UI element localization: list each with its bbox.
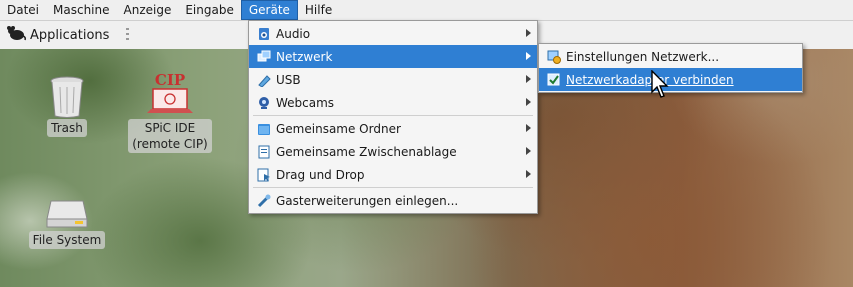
menu-item-webcams[interactable]: Webcams — [249, 91, 537, 114]
menu-item-gasterweiterungen[interactable]: Gasterweiterungen einlegen... — [249, 189, 537, 212]
network-settings-icon — [547, 50, 561, 64]
menu-separator — [253, 187, 533, 188]
folder-icon — [257, 122, 271, 136]
menu-item-netzwerkadapter-verbinden[interactable]: Netzwerkadapter verbinden — [539, 68, 802, 91]
audio-label: Audio — [276, 26, 311, 41]
xfce-mouse-icon — [6, 25, 26, 45]
webcam-icon — [257, 96, 271, 110]
menu-item-gemeinsame-zwischenablage[interactable]: Gemeinsame Zwischenablage — [249, 140, 537, 163]
guest-additions-icon — [257, 194, 271, 208]
menu-geraete[interactable]: Geräte — [240, 0, 298, 20]
menu-anzeige[interactable]: Anzeige — [117, 0, 179, 20]
applications-button[interactable]: Applications — [6, 25, 109, 45]
gemeinsame-ordner-label: Gemeinsame Ordner — [276, 121, 401, 136]
spic-ide-label-line1: SPiC IDE — [144, 121, 196, 135]
einstellungen-netzwerk-label: Einstellungen Netzwerk... — [566, 49, 720, 64]
network-icon — [257, 50, 271, 64]
menu-separator — [253, 115, 533, 116]
clipboard-icon — [257, 145, 271, 159]
chevron-right-icon — [526, 147, 531, 155]
webcams-label: Webcams — [276, 95, 335, 110]
mouse-cursor-icon — [651, 69, 669, 100]
network-connect-icon — [547, 73, 561, 87]
menu-hilfe[interactable]: Hilfe — [298, 0, 339, 20]
chevron-right-icon — [526, 75, 531, 83]
spic-ide-label-line2: (remote CIP) — [132, 137, 208, 151]
trash-icon — [47, 75, 87, 119]
menu-eingabe[interactable]: Eingabe — [178, 0, 241, 20]
audio-icon — [257, 27, 271, 41]
gasterweiterungen-label: Gasterweiterungen einlegen... — [276, 193, 459, 208]
file-system-label: File System — [28, 231, 106, 249]
drive-icon — [45, 195, 89, 231]
chevron-right-icon — [526, 52, 531, 60]
drag-und-drop-label: Drag und Drop — [276, 167, 365, 182]
usb-icon — [257, 73, 271, 87]
menu-item-netzwerk[interactable]: Netzwerk — [249, 45, 537, 68]
usb-label: USB — [276, 72, 301, 87]
menu-item-usb[interactable]: USB — [249, 68, 537, 91]
menu-item-gemeinsame-ordner[interactable]: Gemeinsame Ordner — [249, 117, 537, 140]
menubar: Datei Maschine Anzeige Eingabe Geräte Hi… — [0, 0, 853, 21]
applications-label: Applications — [30, 27, 110, 43]
chevron-right-icon — [526, 124, 531, 132]
chevron-right-icon — [526, 98, 531, 106]
spic-ide-label: SPiC IDE (remote CIP) — [128, 119, 212, 153]
chevron-right-icon — [526, 29, 531, 37]
panel-handle[interactable] — [126, 28, 129, 42]
desktop-icon-trash[interactable]: Trash — [40, 75, 94, 137]
devices-menu: Audio Netzwerk USB Webcams Gemeinsame Or… — [248, 20, 538, 214]
menu-item-audio[interactable]: Audio — [249, 22, 537, 45]
netzwerk-label: Netzwerk — [276, 49, 333, 64]
menu-item-drag-und-drop[interactable]: Drag und Drop — [249, 163, 537, 186]
desktop-icon-spic-ide[interactable]: CIP SPiC IDE (remote CIP) — [120, 71, 220, 153]
network-submenu: Einstellungen Netzwerk... Netzwerkadapte… — [538, 43, 803, 93]
desktop-icon-file-system[interactable]: File System — [22, 195, 112, 249]
drag-drop-icon — [257, 168, 271, 182]
trash-label: Trash — [47, 119, 87, 137]
menu-datei[interactable]: Datei — [0, 0, 46, 20]
netzwerkadapter-verbinden-label: Netzwerkadapter verbinden — [566, 72, 734, 87]
chevron-right-icon — [526, 170, 531, 178]
gemeinsame-zwischenablage-label: Gemeinsame Zwischenablage — [276, 144, 457, 159]
laptop-icon: CIP — [143, 71, 197, 119]
menu-item-einstellungen-netzwerk[interactable]: Einstellungen Netzwerk... — [539, 45, 802, 68]
menu-maschine[interactable]: Maschine — [46, 0, 116, 20]
